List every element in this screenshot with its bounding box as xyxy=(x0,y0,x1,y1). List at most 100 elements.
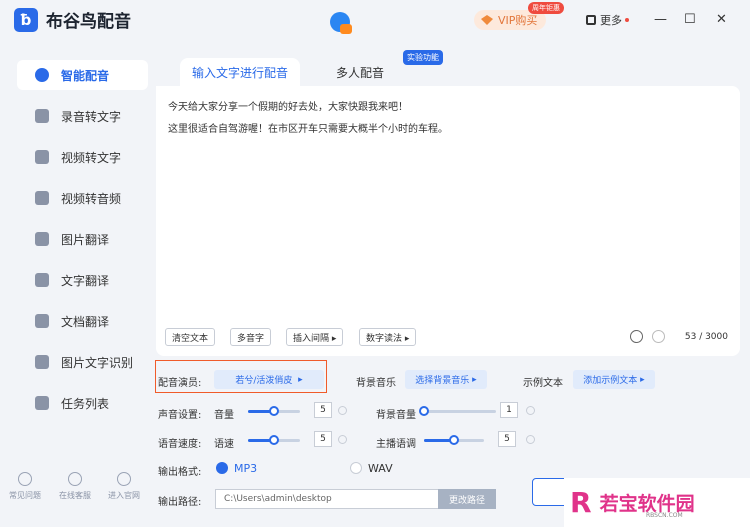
close-button[interactable]: ✕ xyxy=(716,12,727,27)
sidebar-item-label: 图片文字识别 xyxy=(61,355,134,370)
ocr-icon xyxy=(35,355,49,369)
layers-icon xyxy=(586,15,596,25)
voice-actor-select[interactable]: 若兮/活泼俏皮 ▸ xyxy=(214,370,324,389)
minimize-button[interactable]: — xyxy=(654,12,667,27)
online-support-link[interactable]: 在线客服 xyxy=(52,472,98,501)
reset-icon[interactable] xyxy=(526,406,535,415)
speed-value[interactable]: 5 xyxy=(314,431,332,447)
reset-icon[interactable] xyxy=(338,435,347,444)
sidebar-item-video-to-text[interactable]: 视频转文字 xyxy=(17,142,148,172)
bg-volume-slider[interactable] xyxy=(419,406,496,416)
sidebar-item-label: 视频转文字 xyxy=(61,150,122,165)
main-panel: 输入文字进行配音 多人配音 实验功能 今天给大家分享一个假期的好去处，大家快跟我… xyxy=(150,40,740,520)
mp3-radio[interactable] xyxy=(216,462,228,474)
task-list-icon xyxy=(35,396,49,410)
redo-icon[interactable] xyxy=(652,330,665,343)
tab-multi-voice[interactable]: 多人配音 xyxy=(320,58,400,86)
change-path-button[interactable]: 更改路径 xyxy=(438,489,496,509)
watermark-logo: R xyxy=(570,486,592,519)
sidebar-item-label: 文字翻译 xyxy=(61,273,110,288)
clear-text-button[interactable]: 清空文本 xyxy=(165,328,216,346)
text-translate-icon xyxy=(35,273,49,287)
insert-pause-button[interactable]: 插入间隔 ▸ xyxy=(286,328,344,346)
speed-settings-label: 语音速度: xyxy=(158,439,202,450)
slider-thumb[interactable] xyxy=(419,406,429,416)
wav-radio[interactable] xyxy=(350,462,362,474)
undo-icon[interactable] xyxy=(630,330,643,343)
speed-slider[interactable] xyxy=(248,435,300,445)
video-text-icon xyxy=(35,150,49,164)
sound-settings-label: 声音设置: xyxy=(158,410,202,421)
doc-translate-icon xyxy=(35,314,49,328)
sidebar-item-smart-dubbing[interactable]: 智能配音 xyxy=(17,60,148,90)
image-translate-icon xyxy=(35,232,49,246)
sidebar-item-label: 智能配音 xyxy=(61,68,110,83)
output-path-input[interactable]: C:\Users\admin\desktop xyxy=(215,489,439,509)
sidebar-item-label: 图片翻译 xyxy=(61,232,110,247)
bg-volume-label: 背景音量 xyxy=(376,410,416,421)
bgm-select[interactable]: 选择背景音乐 ▸ xyxy=(405,370,487,389)
sidebar: 智能配音 录音转文字 视频转文字 视频转音频 图片翻译 文字翻译 文档翻译 图片… xyxy=(0,40,150,527)
sidebar-item-label: 文档翻译 xyxy=(61,314,110,329)
vip-label: VIP购买 xyxy=(498,14,538,27)
question-icon xyxy=(18,472,32,486)
sidebar-item-task-list[interactable]: 任务列表 xyxy=(17,388,148,418)
sidebar-item-video-to-audio[interactable]: 视频转音频 xyxy=(17,183,148,213)
reset-icon[interactable] xyxy=(338,406,347,415)
official-site-link[interactable]: 进入官网 xyxy=(101,472,147,501)
sidebar-item-text-translate[interactable]: 文字翻译 xyxy=(17,265,148,295)
sample-text-label: 示例文本 xyxy=(523,378,563,389)
sidebar-item-ocr[interactable]: 图片文字识别 xyxy=(17,347,148,377)
slider-track[interactable] xyxy=(424,410,496,413)
wav-label[interactable]: WAV xyxy=(368,462,393,475)
app-logo: ƀ 布谷鸟配音 xyxy=(14,7,131,32)
sidebar-item-image-translate[interactable]: 图片翻译 xyxy=(17,224,148,254)
editor-line: 这里很适合自驾游喔！在市区开车只需要大概半个小时的车程。 xyxy=(168,124,448,135)
footer-label: 进入官网 xyxy=(108,491,140,500)
pitch-value[interactable]: 5 xyxy=(498,431,516,447)
sidebar-item-label: 视频转音频 xyxy=(61,191,122,206)
footer-label: 常见问题 xyxy=(9,491,41,500)
home-icon xyxy=(117,472,131,486)
footer-label: 在线客服 xyxy=(59,491,91,500)
diamond-icon xyxy=(481,15,493,25)
sample-text-value: 添加示例文本 xyxy=(583,376,638,386)
slider-thumb[interactable] xyxy=(269,435,279,445)
bgm-value: 选择背景音乐 xyxy=(415,376,470,386)
polyphone-button[interactable]: 多音字 xyxy=(230,328,272,346)
sample-text-select[interactable]: 添加示例文本 ▸ xyxy=(573,370,655,389)
editor-line: 今天给大家分享一个假期的好去处，大家快跟我来吧！ xyxy=(168,102,408,113)
vip-badge-icon xyxy=(340,24,352,34)
number-reading-button[interactable]: 数字读法 ▸ xyxy=(359,328,417,346)
reset-icon[interactable] xyxy=(526,435,535,444)
app-title: 布谷鸟配音 xyxy=(46,12,131,32)
output-format-label: 输出格式: xyxy=(158,467,202,478)
watermark-sub: RBSCN.COM xyxy=(646,512,683,519)
video-audio-icon xyxy=(35,191,49,205)
output-path-label: 输出路径: xyxy=(158,497,202,508)
anniversary-badge: 周年钜惠 xyxy=(528,2,564,14)
voice-actor-label: 配音演员: xyxy=(158,378,202,389)
slider-thumb[interactable] xyxy=(269,406,279,416)
volume-label: 音量 xyxy=(214,410,234,421)
bg-volume-value[interactable]: 1 xyxy=(500,402,518,418)
notification-dot xyxy=(625,18,629,22)
mp3-label[interactable]: MP3 xyxy=(234,462,257,475)
sidebar-item-label: 任务列表 xyxy=(61,396,110,411)
more-label: 更多 xyxy=(600,14,622,27)
sidebar-item-label: 录音转文字 xyxy=(61,109,122,124)
faq-link[interactable]: 常见问题 xyxy=(2,472,48,501)
maximize-button[interactable]: ☐ xyxy=(684,12,696,27)
volume-slider[interactable] xyxy=(248,406,300,416)
tab-text-dubbing[interactable]: 输入文字进行配音 xyxy=(180,58,300,86)
text-editor[interactable]: 今天给大家分享一个假期的好去处，大家快跟我来吧！ 这里很适合自驾游喔！在市区开车… xyxy=(156,86,740,356)
volume-value[interactable]: 5 xyxy=(314,402,332,418)
more-button[interactable]: 更多 xyxy=(586,12,629,28)
sidebar-item-audio-to-text[interactable]: 录音转文字 xyxy=(17,101,148,131)
audio-text-icon xyxy=(35,109,49,123)
watermark: R 若宝软件园 RBSCN.COM xyxy=(564,478,750,527)
slider-thumb[interactable] xyxy=(449,435,459,445)
mic-icon xyxy=(35,68,49,82)
sidebar-item-doc-translate[interactable]: 文档翻译 xyxy=(17,306,148,336)
pitch-slider[interactable] xyxy=(424,435,484,445)
